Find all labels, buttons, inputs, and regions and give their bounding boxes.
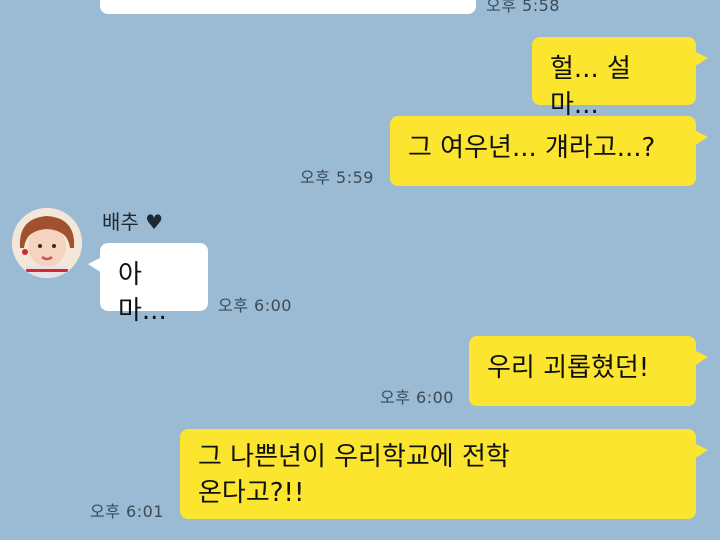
avatar[interactable] — [12, 208, 82, 278]
message-bubble-outgoing[interactable]: 그 여우년... 걔라고...? — [390, 116, 708, 186]
message-time: 오후 5:58 — [486, 0, 560, 15]
message-time: 오후 6:00 — [380, 388, 454, 407]
sender-name: 배추 ♥ — [102, 210, 164, 234]
message-bubble-outgoing[interactable]: 우리 괴롭혔던! — [469, 336, 708, 406]
message-bubble-incoming-partial[interactable] — [100, 0, 476, 14]
message-time: 오후 6:01 — [90, 502, 164, 521]
message-bubble-outgoing[interactable]: 그 나쁜년이 우리학교에 전학 온다고?!! — [180, 429, 708, 519]
message-bubble-incoming[interactable]: 아마... — [88, 243, 208, 326]
message-time: 오후 5:59 — [300, 168, 374, 187]
message-bubble-outgoing[interactable]: 헐... 설마... — [532, 37, 708, 120]
message-time: 오후 6:00 — [218, 296, 292, 315]
profile-photo-icon — [12, 208, 82, 278]
